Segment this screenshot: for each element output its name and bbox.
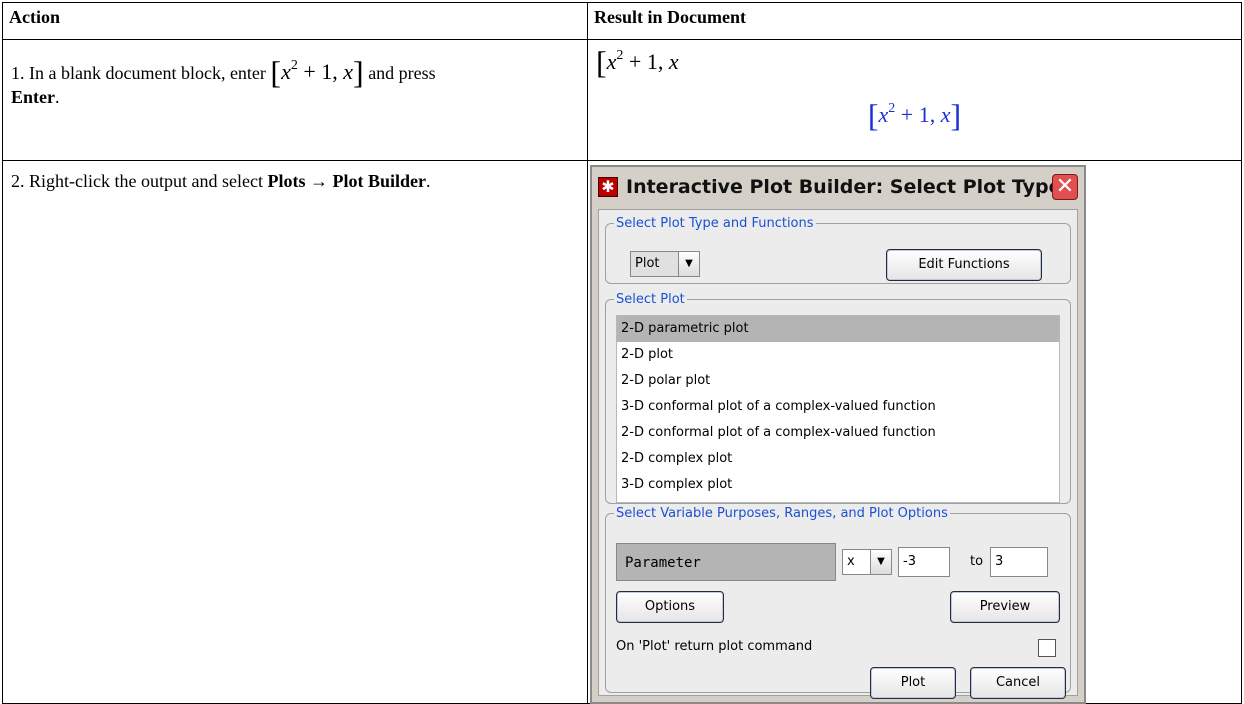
header-action: Action [2, 2, 588, 40]
math-base: x [878, 102, 889, 127]
math-var: x [668, 49, 679, 74]
preview-button[interactable]: Preview [950, 591, 1060, 623]
list-item[interactable]: 3-D complex plot [617, 472, 1059, 498]
variable-value: x [843, 550, 870, 574]
math-exp: 2 [290, 58, 298, 73]
step2-period: . [425, 171, 431, 191]
list-item[interactable]: 2-D plot [617, 342, 1059, 368]
select-plot-group: Select Plot 2-D parametric plot 2-D plot… [605, 292, 1071, 504]
math-base: x [281, 59, 291, 84]
edit-functions-button[interactable]: Edit Functions [886, 249, 1042, 281]
return-command-checkbox[interactable] [1038, 639, 1056, 657]
range-from-input[interactable]: -3 [898, 547, 950, 577]
step1-result-cell: [x2 + 1, x [x2 + 1, x] [587, 39, 1242, 161]
parameter-field[interactable]: Parameter [616, 543, 836, 581]
options-button[interactable]: Options [616, 591, 724, 623]
step1-suffix: and press [363, 63, 436, 83]
enter-key-label: Enter [11, 87, 55, 107]
dialog-title: Interactive Plot Builder: Select Plot Ty… [626, 176, 1062, 198]
return-command-label: On 'Plot' return plot command [616, 639, 813, 654]
list-item[interactable]: 2-D complex plot [617, 446, 1059, 472]
math-rest: + 1, [895, 102, 941, 127]
dialog-body: Select Plot Type and Functions Plot ▼ Ed… [598, 209, 1078, 699]
math-base: x [606, 49, 617, 74]
cancel-button[interactable]: Cancel [970, 667, 1066, 699]
maple-leaf-icon: ✱ [598, 177, 618, 197]
chevron-down-icon: ▼ [678, 252, 699, 276]
result-output-math[interactable]: [x2 + 1, x] [596, 97, 1233, 131]
select-plot-group-label: Select Plot [616, 292, 685, 307]
plot-type-group-label: Select Plot Type and Functions [616, 216, 814, 231]
plot-type-select[interactable]: Plot ▼ [630, 251, 700, 277]
variable-select[interactable]: x ▼ [842, 549, 892, 575]
header-result: Result in Document [587, 2, 1242, 40]
step1-action-text: 1. In a blank document block, enter [x2 … [3, 40, 587, 109]
plot-builder-dialog: ✱ Interactive Plot Builder: Select Plot … [590, 165, 1086, 704]
plot-list[interactable]: 2-D parametric plot 2-D plot 2-D polar p… [616, 315, 1060, 503]
list-item[interactable]: 3-D conformal plot of a complex-valued f… [617, 394, 1059, 420]
plot-type-value: Plot [631, 252, 678, 276]
step1-period: . [55, 87, 60, 107]
list-item[interactable]: 2-D conformal plot of a complex-valued f… [617, 420, 1059, 446]
result-input-math: [x2 + 1, x [596, 44, 679, 80]
chevron-down-icon: ▼ [870, 550, 891, 574]
close-icon[interactable]: ✕ [1052, 174, 1078, 200]
math-rest: + 1, [623, 49, 669, 74]
step2-action-cell: 2. Right-click the output and select Plo… [2, 160, 588, 704]
step1-action-cell: 1. In a blank document block, enter [x2 … [2, 39, 588, 161]
dialog-titlebar[interactable]: ✱ Interactive Plot Builder: Select Plot … [592, 167, 1084, 207]
math-var: x [940, 102, 951, 127]
menu-path: Plots → Plot Builder [267, 171, 426, 191]
list-item[interactable]: 2-D parametric plot [617, 316, 1059, 342]
variable-options-group: Select Variable Purposes, Ranges, and Pl… [605, 506, 1071, 699]
math-rest: + 1, [297, 59, 344, 84]
list-item[interactable]: 2-D polar plot [617, 368, 1059, 394]
step1-input-math: [x2 + 1, x] [270, 54, 364, 90]
variable-options-group-label: Select Variable Purposes, Ranges, and Pl… [616, 506, 948, 521]
to-label: to [970, 554, 984, 569]
range-to-input[interactable]: 3 [990, 547, 1048, 577]
step1-prefix: 1. In a blank document block, enter [11, 63, 266, 83]
math-var: x [343, 59, 354, 84]
plot-type-group: Select Plot Type and Functions Plot ▼ Ed… [605, 216, 1071, 284]
step2-prefix: 2. Right-click the output and select [11, 171, 263, 191]
plot-button[interactable]: Plot [870, 667, 956, 699]
